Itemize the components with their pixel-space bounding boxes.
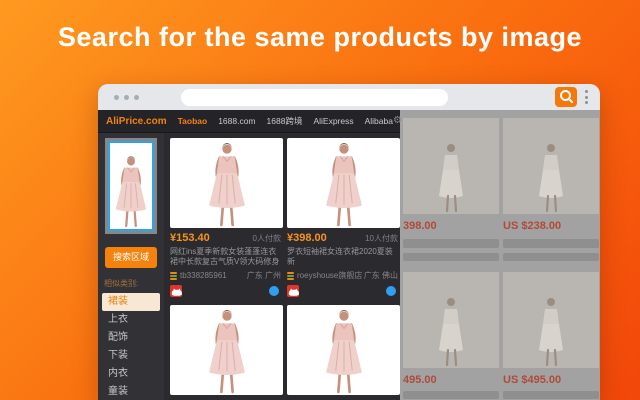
extension-search-button[interactable] — [555, 87, 577, 107]
product-image[interactable] — [170, 305, 283, 395]
browser-menu-icon[interactable] — [585, 90, 588, 104]
seller-name: roeyshouse旗舰店 — [297, 270, 362, 281]
category-item-dresses[interactable]: 裙装 — [102, 293, 160, 311]
text-placeholder-bar — [403, 253, 499, 261]
seller-rating-icon — [170, 272, 177, 280]
browser-window: 398.00 495.00 US $238.00 US $ — [98, 84, 600, 400]
query-image-thumbnail[interactable] — [105, 138, 157, 234]
category-list-label: 相似类别: — [104, 278, 164, 289]
tmall-icon[interactable] — [287, 285, 299, 297]
product-card[interactable] — [170, 305, 283, 395]
dimmed-product-column: 398.00 495.00 — [403, 110, 499, 399]
window-dot-icon — [114, 95, 119, 100]
text-placeholder-bar — [403, 239, 499, 248]
product-sales: 10人付款 — [365, 233, 398, 244]
aliprice-panel: AliPrice.com Taobao 1688.com 1688跨境 AliE… — [98, 110, 400, 400]
dimmed-product-price: 398.00 — [403, 221, 499, 232]
text-placeholder-bar — [503, 239, 599, 248]
dimmed-product-image[interactable] — [403, 118, 499, 214]
tab-aliexpress[interactable]: AliExpress — [313, 116, 353, 126]
address-bar[interactable] — [181, 89, 448, 106]
tab-alibaba[interactable]: Alibaba — [365, 116, 393, 126]
product-image[interactable] — [170, 138, 283, 228]
dimmed-product-price: US $495.00 — [503, 375, 599, 386]
product-sales: 0人付款 — [253, 233, 281, 244]
dimmed-product-price: 495.00 — [403, 375, 499, 386]
magnifier-icon — [559, 89, 573, 106]
text-placeholder-bar — [503, 253, 599, 261]
category-item-underwear[interactable]: 内衣 — [102, 365, 160, 383]
panel-sidebar: 搜索区域 相似类别: 裙装 上衣 配饰 下装 内衣 童装 — [98, 133, 164, 400]
tmall-icon[interactable] — [170, 285, 182, 297]
product-price: ¥398.00 — [287, 232, 327, 244]
seller-location: 广东 广州 — [247, 270, 281, 281]
seller-name: tb338285961 — [180, 271, 227, 280]
menu-dot — [585, 101, 588, 104]
seller-rating-icon — [287, 272, 294, 280]
product-title: 罗衣短袖裙女连衣裙2020夏装新款气质V领优雅大摆中长小黑... — [287, 247, 400, 267]
window-dot-icon — [134, 95, 139, 100]
text-placeholder-bar — [403, 391, 499, 399]
product-price: ¥153.40 — [170, 232, 210, 244]
category-item-accessories[interactable]: 配饰 — [102, 329, 160, 347]
category-item-bottoms[interactable]: 下装 — [102, 347, 160, 365]
similar-search-icon[interactable] — [269, 286, 279, 296]
dimmed-product-image[interactable] — [403, 272, 499, 368]
tab-1688-crossborder[interactable]: 1688跨境 — [267, 115, 303, 127]
results-grid: ¥153.40 0人付款 网红ins夏季新款女装蓬蓬连衣裙中长款复古气质V领大码… — [164, 133, 400, 400]
headline: Search for the same products by image — [0, 22, 640, 53]
panel-tab-bar: AliPrice.com Taobao 1688.com 1688跨境 AliE… — [98, 110, 400, 133]
product-card[interactable]: ¥153.40 0人付款 网红ins夏季新款女装蓬蓬连衣裙中长款复古气质V领大码… — [170, 138, 283, 297]
promo-banner: Search for the same products by image — [0, 0, 640, 400]
window-controls[interactable] — [114, 95, 139, 100]
aliprice-logo: AliPrice.com — [106, 116, 167, 127]
seller-location: 广东 佛山 — [364, 270, 398, 281]
category-item-kidswear[interactable]: 童装 — [102, 383, 160, 400]
category-item-tops[interactable]: 上衣 — [102, 311, 160, 329]
menu-dot — [585, 90, 588, 93]
tab-1688[interactable]: 1688.com — [218, 116, 255, 126]
webpage: 398.00 495.00 US $238.00 US $ — [98, 110, 600, 400]
similar-search-icon[interactable] — [386, 286, 396, 296]
crop-selection-box[interactable] — [108, 141, 154, 231]
tab-taobao[interactable]: Taobao — [178, 116, 208, 126]
dimmed-product-price: US $238.00 — [503, 221, 599, 232]
panel-body: 搜索区域 相似类别: 裙装 上衣 配饰 下装 内衣 童装 — [98, 133, 400, 400]
product-image[interactable] — [287, 138, 400, 228]
dimmed-product-column: US $238.00 US $495.00 — [503, 110, 599, 399]
product-image[interactable] — [287, 305, 400, 395]
dimmed-product-image[interactable] — [503, 118, 599, 214]
text-placeholder-bar — [503, 391, 599, 399]
dimmed-product-image[interactable] — [503, 272, 599, 368]
gear-icon[interactable]: ⚙ — [393, 116, 402, 126]
window-dot-icon — [124, 95, 129, 100]
menu-dot — [585, 96, 588, 99]
product-card[interactable] — [287, 305, 400, 395]
product-title: 网红ins夏季新款女装蓬蓬连衣裙中长款复古气质V领大码修身A — [170, 247, 283, 267]
search-area-button[interactable]: 搜索区域 — [105, 247, 157, 268]
browser-chrome — [98, 84, 600, 110]
product-card[interactable]: ¥398.00 10人付款 罗衣短袖裙女连衣裙2020夏装新款气质V领优雅大摆中… — [287, 138, 400, 297]
